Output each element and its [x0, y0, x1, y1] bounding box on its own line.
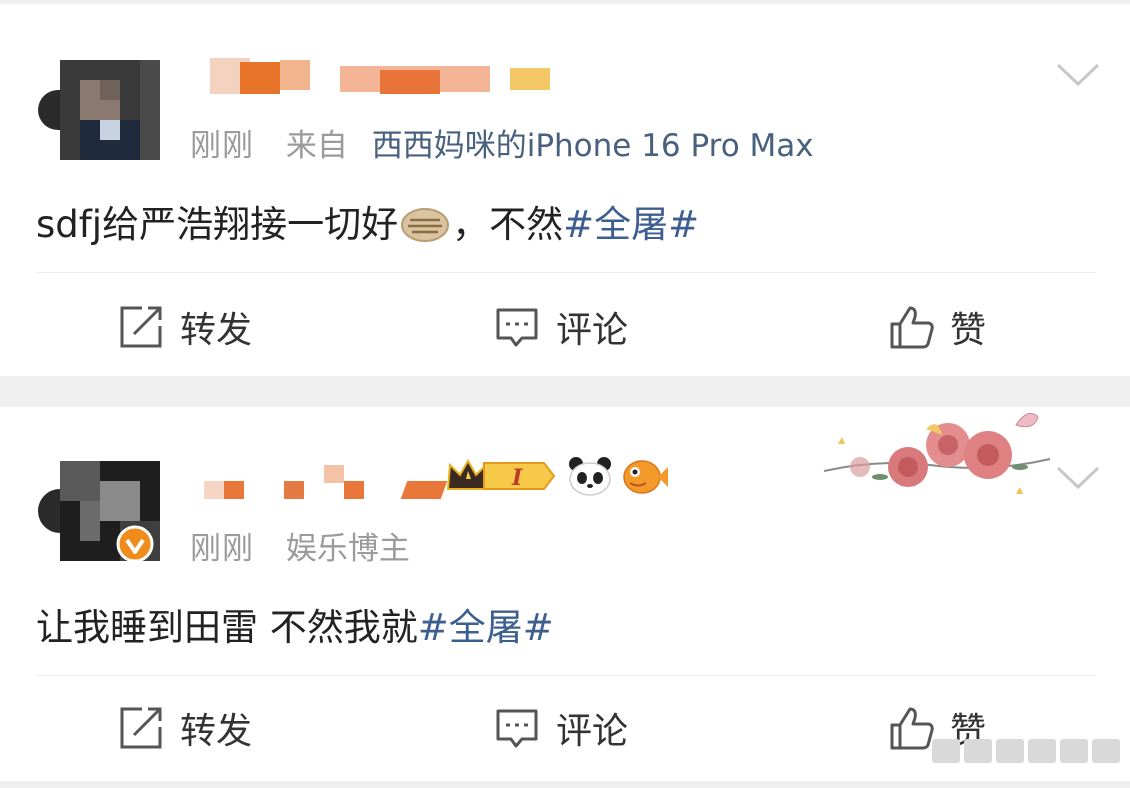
hashtag-link[interactable]: #全屠#: [563, 203, 699, 246]
post-text-main: sdfj给严浩翔接一切好: [36, 203, 399, 246]
divider: [36, 675, 1096, 676]
hashtag-link[interactable]: #全屠#: [418, 606, 554, 649]
post-text-main: 让我睡到田雷 不然我就: [36, 606, 418, 649]
source-prefix: 来自: [285, 128, 348, 164]
post-card[interactable]: I 刚刚 娱乐博主 让我睡到田雷 不然我就#全屠# 转发 评论 赞: [0, 407, 1130, 781]
user-badges: I: [446, 455, 670, 497]
crown-icon: I: [446, 458, 556, 491]
repost-icon: [120, 707, 162, 749]
repost-button[interactable]: 转发: [118, 302, 252, 352]
comment-icon: [496, 308, 538, 347]
source-link[interactable]: 西西妈咪的iPhone 16 Pro Max: [372, 128, 814, 164]
like-icon: [890, 306, 934, 349]
author-role: 娱乐博主: [285, 531, 410, 567]
post-text: 让我睡到田雷 不然我就#全屠#: [36, 597, 554, 651]
post-time: 刚刚: [190, 128, 254, 164]
repost-label: 转发: [180, 711, 253, 752]
like-icon: [890, 707, 934, 750]
fish-icon: [623, 460, 668, 494]
rose-decoration: [823, 412, 1051, 494]
panda-icon: [569, 457, 611, 496]
post-text-tail: ，不然: [452, 203, 564, 246]
emoji-icon: [401, 208, 450, 242]
username-redacted[interactable]: [190, 56, 570, 96]
divider: [36, 272, 1096, 273]
like-button[interactable]: 赞: [888, 302, 986, 352]
comment-label: 评论: [556, 711, 629, 752]
username-redacted[interactable]: [190, 465, 448, 505]
post-meta: 刚刚 娱乐博主: [190, 523, 410, 568]
level-badge-label: I: [511, 465, 523, 491]
repost-icon: [120, 306, 162, 348]
chevron-down-icon[interactable]: [1056, 465, 1100, 491]
comment-label: 评论: [556, 310, 629, 351]
repost-label: 转发: [180, 310, 253, 351]
chevron-down-icon[interactable]: [1056, 62, 1100, 88]
watermark: [932, 737, 1120, 765]
like-label: 赞: [950, 310, 987, 351]
post-meta: 刚刚 来自 西西妈咪的iPhone 16 Pro Max: [190, 120, 814, 165]
avatar[interactable]: [38, 60, 160, 160]
comment-button[interactable]: 评论: [494, 302, 628, 352]
comment-icon: [496, 709, 538, 748]
repost-button[interactable]: 转发: [118, 703, 252, 753]
post-text: sdfj给严浩翔接一切好 ，不然#全屠#: [36, 194, 699, 248]
post-card[interactable]: 刚刚 来自 西西妈咪的iPhone 16 Pro Max sdfj给严浩翔接一切…: [0, 4, 1130, 376]
post-time: 刚刚: [190, 531, 254, 567]
comment-button[interactable]: 评论: [494, 703, 628, 753]
verified-icon: [116, 525, 154, 563]
